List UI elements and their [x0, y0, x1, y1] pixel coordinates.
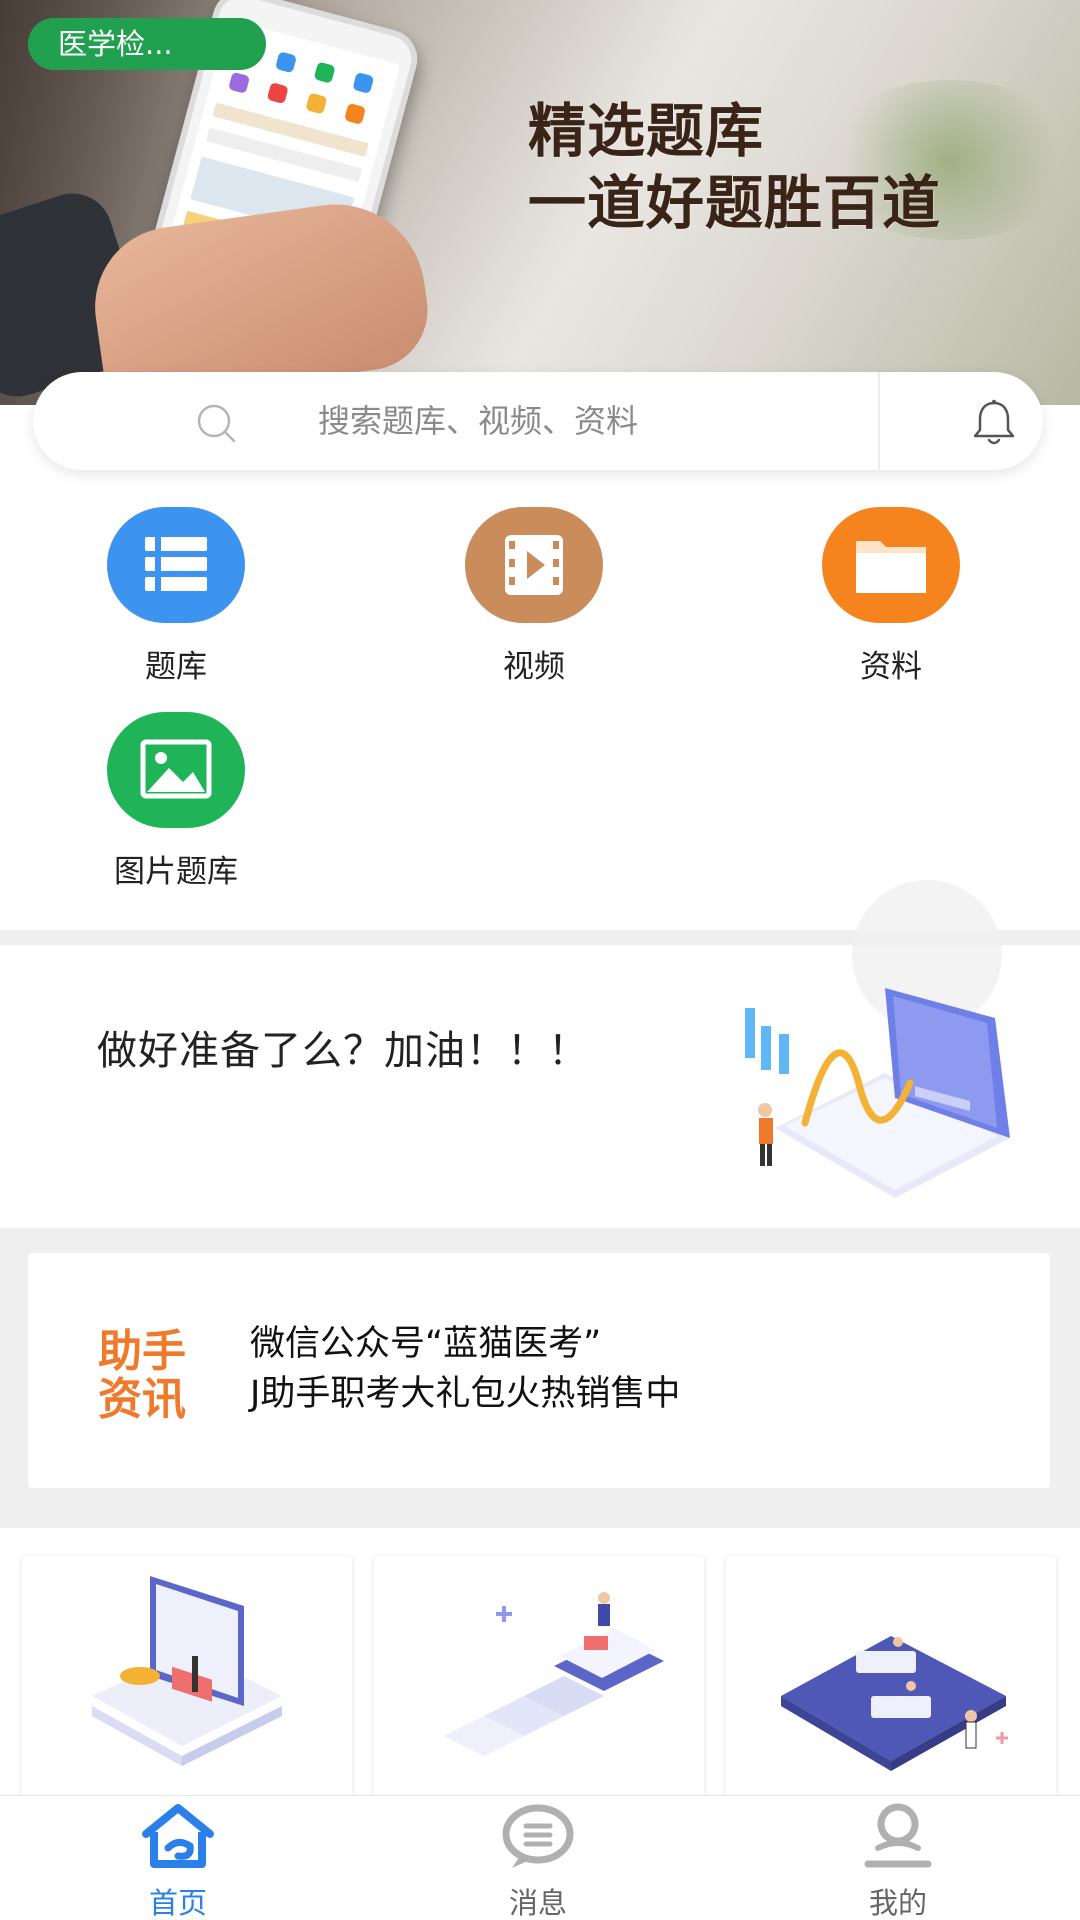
screen-illustration [92, 1576, 282, 1766]
news-line1: 微信公众号“蓝猫医考” [250, 1324, 602, 1364]
banner-line2: 一道好题胜百道 [528, 169, 942, 237]
image-icon [107, 712, 245, 828]
bell-icon[interactable] [968, 397, 1020, 449]
quick-link-question-bank[interactable]: 题库 [76, 507, 276, 686]
quick-link-image-bank[interactable]: 图片题库 [76, 712, 276, 891]
news-badge: 助手 资讯 [98, 1328, 186, 1424]
news-badge-line1: 助手 [98, 1326, 186, 1377]
profile-icon [864, 1803, 932, 1868]
quick-link-label: 视频 [503, 649, 565, 685]
category-selector[interactable]: 医学检... [28, 18, 266, 70]
meeting-illustration [781, 1636, 1008, 1771]
home-icon [142, 1804, 214, 1868]
search-input[interactable]: 搜索题库、视频、资料 [318, 372, 638, 470]
tab-messages[interactable]: 消息 [438, 1796, 638, 1920]
search-bar[interactable]: 搜索题库、视频、资料 [33, 372, 1043, 470]
search-divider [878, 372, 880, 470]
tab-label: 消息 [508, 1886, 567, 1920]
feature-card-2[interactable] [374, 1556, 704, 1806]
banner-slogan: 精选题库 一道好题胜百道 [528, 95, 941, 239]
stairs-illustration [444, 1592, 664, 1756]
news-badge-line2: 资讯 [98, 1374, 186, 1425]
motivation-text: 做好准备了么？加油！！！ [97, 1028, 589, 1074]
tab-profile[interactable]: 我的 [798, 1796, 998, 1920]
quick-link-label: 资料 [860, 649, 922, 685]
video-icon [465, 507, 603, 623]
banner-line1: 精选题库 [528, 97, 765, 165]
quick-link-label: 题库 [145, 649, 207, 685]
laptop-illustration [745, 988, 1010, 1198]
feature-card-1[interactable] [22, 1556, 352, 1806]
question-bank-icon [107, 507, 245, 623]
news-content: 微信公众号“蓝猫医考” J助手职考大礼包火热销售中 [250, 1319, 680, 1419]
message-icon [502, 1804, 574, 1868]
tab-label: 我的 [868, 1886, 927, 1920]
folder-icon [822, 507, 960, 623]
tab-label: 首页 [148, 1886, 207, 1920]
news-card[interactable]: 助手 资讯 微信公众号“蓝猫医考” J助手职考大礼包火热销售中 [28, 1253, 1050, 1488]
search-icon [197, 404, 236, 443]
quick-link-label: 图片题库 [114, 854, 238, 890]
feature-card-3[interactable] [726, 1556, 1056, 1806]
bottom-tab-bar: 首页 消息 我的 [0, 1795, 1080, 1920]
quick-link-video[interactable]: 视频 [434, 507, 634, 686]
quick-link-materials[interactable]: 资料 [791, 507, 991, 686]
news-line2: J助手职考大礼包火热销售中 [250, 1374, 681, 1414]
tab-home[interactable]: 首页 [78, 1796, 278, 1920]
